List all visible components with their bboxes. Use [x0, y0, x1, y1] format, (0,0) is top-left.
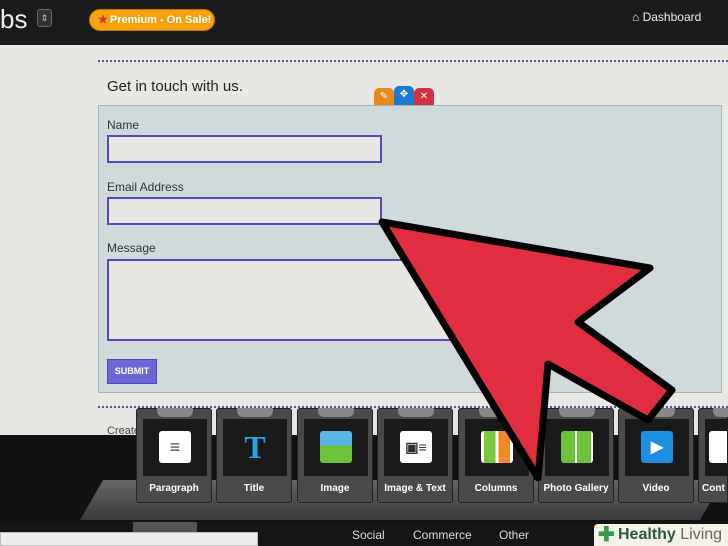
plus-icon: ✚ — [598, 524, 615, 546]
popup-box — [0, 532, 258, 546]
watermark: ✚ Healthy Living — [594, 524, 728, 546]
tab-commerce[interactable]: Commerce — [413, 528, 472, 542]
tab-other[interactable]: Other — [499, 528, 529, 542]
arrow-shape — [378, 218, 676, 482]
watermark-light: Living — [675, 526, 723, 543]
pointer-arrow — [378, 218, 676, 482]
watermark-bold: Healthy — [618, 526, 676, 543]
tab-social[interactable]: Social — [352, 528, 385, 542]
